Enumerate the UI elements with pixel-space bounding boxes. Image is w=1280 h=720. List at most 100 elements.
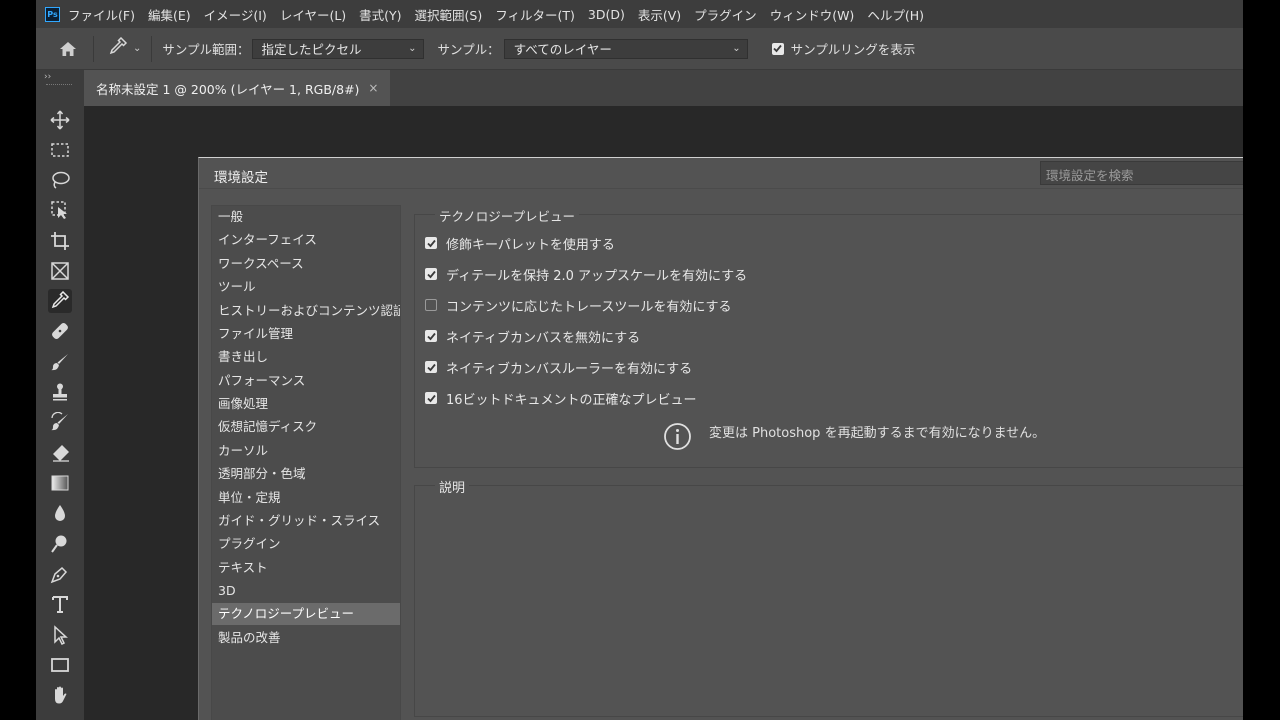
tech-preview-option[interactable]: ディテールを保持 2.0 アップスケールを有効にする bbox=[425, 264, 747, 284]
marquee-tool-icon[interactable] bbox=[48, 138, 72, 162]
chevron-down-icon: ⌄ bbox=[732, 43, 741, 54]
rectangle-tool-icon[interactable] bbox=[48, 653, 72, 677]
menu-item[interactable]: レイヤー(L) bbox=[280, 5, 346, 24]
preferences-search-input[interactable]: 環境設定を検索 bbox=[1040, 161, 1243, 185]
eraser-tool-icon[interactable] bbox=[48, 441, 72, 465]
object-select-tool-icon[interactable] bbox=[48, 198, 72, 222]
eyedropper-icon bbox=[108, 36, 128, 61]
menu-item[interactable]: 選択範囲(S) bbox=[415, 5, 483, 24]
category-item[interactable]: テクノロジープレビュー bbox=[212, 603, 400, 625]
menu-item[interactable]: 3D(D) bbox=[588, 7, 625, 22]
category-item[interactable]: プラグイン bbox=[212, 533, 400, 555]
document-tab[interactable]: 名称未設定 1 @ 200% (レイヤー 1, RGB/8#) × bbox=[84, 70, 391, 106]
type-tool-icon[interactable] bbox=[48, 592, 72, 616]
home-icon[interactable] bbox=[57, 38, 79, 60]
menu-item[interactable]: プラグイン bbox=[694, 5, 757, 24]
dialog-title: 環境設定 bbox=[214, 170, 268, 186]
close-tab-icon[interactable]: × bbox=[368, 81, 378, 95]
category-item[interactable]: 単位・定規 bbox=[212, 487, 400, 509]
tech-preview-option[interactable]: 修飾キーパレットを使用する bbox=[425, 233, 615, 253]
option-label: 16ビットドキュメントの正確なプレビュー bbox=[446, 392, 697, 408]
category-item[interactable]: カーソル bbox=[212, 440, 400, 462]
eyedropper-tool-icon[interactable] bbox=[48, 289, 72, 313]
category-item[interactable]: ファイル管理 bbox=[212, 323, 400, 345]
category-item[interactable]: 透明部分・色域 bbox=[212, 463, 400, 485]
option-label: 修飾キーパレットを使用する bbox=[446, 237, 615, 253]
option-label: ネイティブカンバスを無効にする bbox=[446, 330, 641, 346]
stamp-tool-icon[interactable] bbox=[48, 380, 72, 404]
info-icon bbox=[663, 422, 692, 455]
sample-size-value: 指定したピクセル bbox=[261, 42, 362, 57]
tech-preview-option[interactable]: コンテンツに応じたトレースツールを有効にする bbox=[425, 295, 731, 315]
category-item[interactable]: テキスト bbox=[212, 557, 400, 579]
show-sampling-ring-label: サンプルリングを表示 bbox=[790, 42, 916, 57]
divider bbox=[199, 188, 1243, 189]
option-checkbox[interactable] bbox=[425, 237, 437, 249]
path-select-tool-icon[interactable] bbox=[48, 623, 72, 647]
category-item[interactable]: 一般 bbox=[212, 206, 400, 228]
option-checkbox[interactable] bbox=[425, 361, 437, 373]
document-tab-title: 名称未設定 1 @ 200% (レイヤー 1, RGB/8#) bbox=[96, 81, 360, 97]
category-item[interactable]: ガイド・グリッド・スライス bbox=[212, 510, 400, 532]
show-sampling-ring-checkbox[interactable] bbox=[771, 42, 784, 55]
pen-tool-icon[interactable] bbox=[48, 562, 72, 586]
category-item[interactable]: 画像処理 bbox=[212, 393, 400, 415]
sample-select[interactable]: すべてのレイヤー ⌄ bbox=[503, 38, 748, 59]
menu-item[interactable]: フィルター(T) bbox=[495, 5, 575, 24]
separator bbox=[93, 35, 94, 62]
menu-item[interactable]: 書式(Y) bbox=[359, 5, 401, 24]
frame-tool-icon[interactable] bbox=[48, 259, 72, 283]
restart-notice: 変更は Photoshop を再起動するまで有効になりません。 bbox=[663, 422, 1045, 455]
toolbar-header[interactable]: ›› bbox=[36, 70, 84, 90]
tech-preview-option[interactable]: ネイティブカンバスルーラーを有効にする bbox=[425, 357, 692, 377]
category-item[interactable]: ワークスペース bbox=[212, 253, 400, 275]
menu-item[interactable]: ウィンドウ(W) bbox=[770, 5, 855, 24]
tech-preview-option[interactable]: ネイティブカンバスを無効にする bbox=[425, 326, 640, 346]
category-item[interactable]: 仮想記憶ディスク bbox=[212, 416, 400, 438]
blur-tool-icon[interactable] bbox=[48, 501, 72, 525]
tech-preview-group: テクノロジープレビュー 変更は Photoshop を再起動するまで有効になりま… bbox=[414, 206, 1243, 468]
category-item[interactable]: インターフェイス bbox=[212, 229, 400, 251]
menu-bar: Ps ファイル(F) 編集(E) イメージ(I) レイヤー(L) 書式(Y) 選択範囲(S… bbox=[36, 0, 1243, 28]
category-item[interactable]: 3D bbox=[212, 580, 400, 602]
sample-size-select[interactable]: 指定したピクセル ⌄ bbox=[251, 38, 424, 59]
gradient-tool-icon[interactable] bbox=[48, 471, 72, 495]
brush-tool-icon[interactable] bbox=[48, 350, 72, 374]
category-item[interactable]: ヒストリーおよびコンテンツ認証... bbox=[212, 300, 400, 322]
dodge-tool-icon[interactable] bbox=[48, 532, 72, 556]
menu-item[interactable]: ヘルプ(H) bbox=[867, 5, 924, 24]
history-brush-tool-icon[interactable] bbox=[48, 410, 72, 434]
menu-item[interactable]: 表示(V) bbox=[638, 5, 681, 24]
description-legend: 説明 bbox=[435, 477, 470, 496]
description-group: 説明 bbox=[414, 477, 1243, 717]
move-tool-icon[interactable] bbox=[48, 108, 72, 132]
tool-preset-picker[interactable]: ⌄ bbox=[108, 36, 141, 61]
options-bar: ⌄ サンプル範囲： 指定したピクセル ⌄ サンプル： すべてのレイヤー ⌄ サン… bbox=[36, 28, 1243, 70]
option-checkbox[interactable] bbox=[425, 268, 437, 280]
toolbar-grip[interactable] bbox=[46, 84, 72, 87]
option-checkbox[interactable] bbox=[425, 392, 437, 404]
photoshop-logo-icon[interactable]: Ps bbox=[45, 6, 60, 22]
tech-preview-legend: テクノロジープレビュー bbox=[435, 206, 580, 225]
menu-item[interactable]: 編集(E) bbox=[148, 5, 191, 24]
category-item[interactable]: ツール bbox=[212, 276, 400, 298]
crop-tool-icon[interactable] bbox=[48, 229, 72, 253]
separator bbox=[151, 35, 153, 62]
lasso-tool-icon[interactable] bbox=[48, 168, 72, 192]
collapse-toolbar-icon[interactable]: ›› bbox=[44, 72, 51, 82]
option-checkbox[interactable] bbox=[425, 330, 437, 342]
healing-tool-icon[interactable] bbox=[48, 319, 72, 343]
option-checkbox[interactable] bbox=[425, 299, 437, 311]
hand-tool-icon[interactable] bbox=[48, 683, 72, 707]
category-item[interactable]: 製品の改善 bbox=[212, 627, 400, 649]
menu-item[interactable]: ファイル(F) bbox=[68, 5, 135, 24]
category-item[interactable]: 書き出し bbox=[212, 346, 400, 368]
chevron-down-icon: ⌄ bbox=[408, 43, 417, 54]
preferences-dialog: 環境設定 環境設定を検索 一般 インターフェイス ワークスペース ツール ヒストリーおよ… bbox=[198, 157, 1243, 720]
tech-preview-option[interactable]: 16ビットドキュメントの正確なプレビュー bbox=[425, 388, 697, 408]
option-label: ディテールを保持 2.0 アップスケールを有効にする bbox=[446, 268, 748, 284]
category-list: 一般 インターフェイス ワークスペース ツール ヒストリーおよびコンテンツ認証... ファ… bbox=[211, 205, 401, 720]
category-item[interactable]: パフォーマンス bbox=[212, 370, 400, 392]
menu-item[interactable]: イメージ(I) bbox=[204, 5, 267, 24]
restart-notice-text: 変更は Photoshop を再起動するまで有効になりません。 bbox=[709, 426, 1046, 441]
